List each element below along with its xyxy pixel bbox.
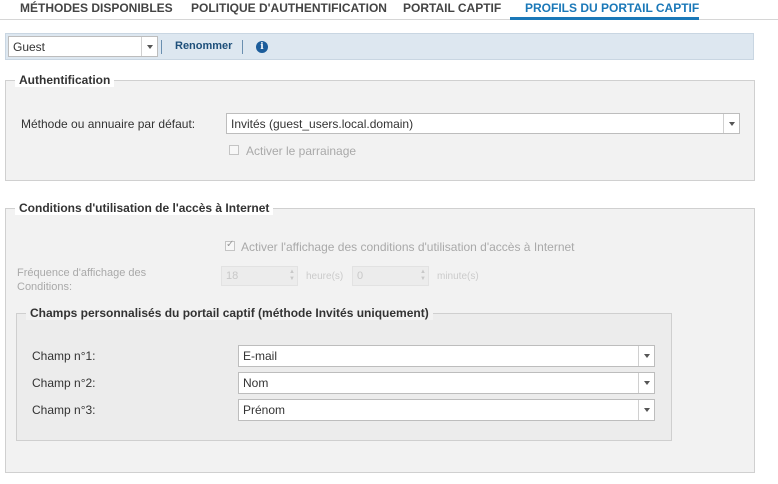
hours-value: 18	[226, 270, 239, 282]
custom-field-1-label: Champ n°1:	[32, 349, 96, 363]
stepper-arrows-icon[interactable]: ▲ ▼	[289, 269, 295, 283]
custom-field-2-label: Champ n°2:	[32, 376, 96, 390]
sponsorship-checkbox[interactable]	[229, 145, 239, 155]
custom-fields-legend: Champs personnalisés du portail captif (…	[26, 306, 433, 320]
conditions-legend: Conditions d'utilisation de l'accès à In…	[15, 201, 274, 215]
chevron-down-icon[interactable]	[638, 373, 654, 393]
toolbar-separator	[242, 40, 243, 54]
custom-field-3-label: Champ n°3:	[32, 403, 96, 417]
chevron-down-icon[interactable]	[638, 346, 654, 366]
authentication-fieldset: Authentification Méthode ou annuaire par…	[5, 73, 755, 181]
enable-conditions-label: Activer l'affichage des conditions d'uti…	[241, 240, 575, 254]
frequency-label-cont: Conditions:	[17, 281, 73, 293]
minutes-unit: minute(s)	[437, 271, 479, 282]
tab-captive-portal-profiles[interactable]: PROFILS DU PORTAIL CAPTIF	[510, 0, 699, 20]
default-method-select[interactable]: Invités (guest_users.local.domain)	[226, 113, 740, 134]
hours-stepper[interactable]: 18 ▲ ▼	[221, 266, 298, 286]
tab-bar: MÉTHODES DISPONIBLES POLITIQUE D'AUTHENT…	[0, 0, 778, 20]
default-method-value: Invités (guest_users.local.domain)	[231, 117, 414, 131]
chevron-down-icon[interactable]	[638, 400, 654, 420]
tab-captive-portal[interactable]: PORTAIL CAPTIF	[403, 0, 501, 20]
profile-toolbar: Guest Renommer i	[5, 33, 754, 60]
custom-field-2-select[interactable]: Nom	[238, 372, 655, 394]
hours-unit: heure(s)	[306, 271, 344, 282]
chevron-down-icon[interactable]	[141, 37, 157, 56]
minutes-value: 0	[357, 270, 364, 282]
tab-available-methods[interactable]: MÉTHODES DISPONIBLES	[20, 0, 173, 20]
minutes-stepper[interactable]: 0 ▲ ▼	[352, 266, 429, 286]
authentication-legend: Authentification	[15, 73, 115, 87]
conditions-fieldset: Conditions d'utilisation de l'accès à In…	[5, 201, 755, 473]
custom-field-2-value: Nom	[243, 376, 269, 390]
custom-field-1-value: E-mail	[243, 349, 278, 363]
tab-authentication-policy[interactable]: POLITIQUE D'AUTHENTIFICATION	[191, 0, 387, 20]
custom-field-3-value: Prénom	[243, 403, 286, 417]
default-method-label: Méthode ou annuaire par défaut:	[21, 117, 196, 131]
enable-conditions-checkbox[interactable]	[225, 239, 235, 251]
chevron-down-icon[interactable]	[723, 114, 739, 133]
custom-field-3-select[interactable]: Prénom	[238, 399, 655, 421]
sponsorship-label: Activer le parrainage	[246, 144, 357, 158]
frequency-label: Fréquence d'affichage des	[17, 267, 147, 279]
toolbar-separator	[161, 40, 162, 54]
profile-select-value: Guest	[13, 40, 46, 54]
rename-button[interactable]: Renommer	[175, 40, 232, 52]
info-icon[interactable]: i	[256, 41, 268, 53]
stepper-arrows-icon[interactable]: ▲ ▼	[420, 269, 426, 283]
custom-field-1-select[interactable]: E-mail	[238, 345, 655, 367]
custom-fields-fieldset: Champs personnalisés du portail captif (…	[16, 306, 672, 441]
profile-select[interactable]: Guest	[8, 36, 158, 57]
